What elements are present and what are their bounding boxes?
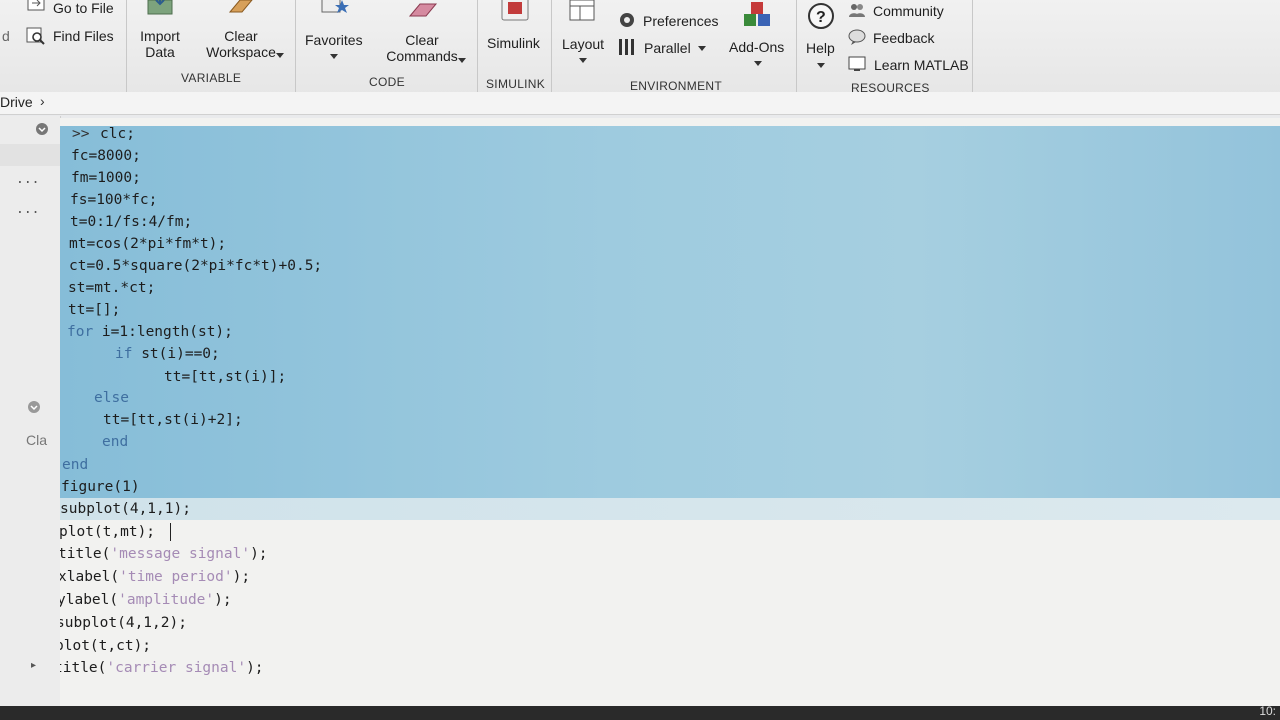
clock: 10:: [1259, 704, 1276, 718]
group-label-variable: VARIABLE: [181, 71, 242, 85]
feedback-icon: [848, 29, 866, 45]
taskbar: 10:: [0, 704, 1280, 720]
code-line[interactable]: fc=8000;: [71, 147, 141, 165]
chevron-down-icon: [817, 63, 825, 68]
code-line[interactable]: subplot(4,1,1);: [60, 500, 191, 518]
separator: [295, 0, 296, 95]
panel-tab-label[interactable]: Cla: [26, 432, 47, 448]
simulink-icon: [501, 0, 529, 21]
separator: [126, 0, 127, 95]
code-line[interactable]: mt=cos(2*pi*fm*t);: [69, 235, 226, 253]
help-icon: ?: [808, 3, 834, 29]
chevron-down-icon: [754, 61, 762, 66]
code-line[interactable]: title('message signal');: [60, 545, 268, 563]
command-window[interactable]: >> clc; fc=8000; fm=1000; fs=100*fc; t=0…: [60, 118, 1280, 706]
code-line[interactable]: fm=1000;: [71, 169, 141, 187]
code-line[interactable]: for i=1:length(st);: [67, 323, 233, 341]
code-line[interactable]: subplot(4,1,2);: [60, 614, 187, 632]
left-panel-strip: ... ... Cla ▸: [0, 116, 61, 706]
code-line[interactable]: figure(1): [61, 478, 140, 496]
collapse-icon[interactable]: [35, 122, 49, 136]
code-line[interactable]: else: [94, 389, 129, 407]
code-line[interactable]: tt=[tt,st(i)+2];: [103, 411, 243, 429]
chevron-down-icon: [458, 58, 466, 63]
ellipsis: ...: [16, 172, 40, 187]
group-label-simulink: SIMULINK: [486, 77, 546, 91]
chevron-right-icon[interactable]: ›: [40, 93, 45, 109]
collapse-icon[interactable]: [27, 400, 41, 414]
code-line[interactable]: end: [102, 433, 128, 451]
chevron-down-icon: [698, 46, 706, 51]
separator: [796, 0, 797, 95]
code-line[interactable]: tt=[tt,st(i)];: [164, 368, 286, 386]
learn-matlab-icon: [848, 56, 866, 71]
code-line[interactable]: ct=0.5*square(2*pi*fc*t)+0.5;: [69, 257, 322, 275]
chevron-down-icon: [330, 54, 338, 59]
text-selection: [60, 498, 1280, 520]
find-files-icon: [26, 27, 45, 45]
svg-text:?: ?: [816, 9, 826, 26]
address-bar[interactable]: Drive ›: [0, 92, 1280, 115]
separator: [477, 0, 478, 95]
eraser-icon: [228, 0, 253, 13]
group-label-code: CODE: [369, 75, 405, 89]
code-line[interactable]: fs=100*fc;: [70, 191, 157, 209]
chevron-down-icon: [276, 53, 284, 58]
code-line[interactable]: plot(t,mt);: [60, 523, 155, 541]
address-path[interactable]: Drive: [0, 94, 33, 110]
separator: [972, 0, 973, 95]
code-line[interactable]: end: [62, 456, 88, 474]
go-to-file-icon: [27, 0, 45, 11]
group-label-environment: ENVIRONMENT: [630, 79, 722, 93]
layout-icon: [569, 0, 595, 21]
chevron-down-icon: [579, 58, 587, 63]
ellipsis: ...: [16, 202, 40, 217]
code-line[interactable]: xlabel('time period');: [60, 568, 250, 586]
expand-arrow-icon[interactable]: ▸: [31, 660, 36, 671]
parallel-icon: [619, 39, 634, 55]
code-line[interactable]: ylabel('amplitude');: [60, 591, 232, 609]
code-line[interactable]: t=0:1/fs:4/fm;: [70, 213, 192, 231]
text-cursor: [170, 523, 171, 541]
code-line[interactable]: clc;: [100, 125, 135, 143]
panel-row: [0, 144, 60, 166]
code-line[interactable]: st=mt.*ct;: [68, 279, 155, 297]
community-icon: [849, 4, 865, 17]
code-line[interactable]: tt=[];: [68, 301, 120, 319]
toolstrip: Go to File Find Files d Import Data Clea…: [0, 0, 1280, 98]
command-prompt: >>: [72, 126, 90, 142]
separator: [551, 0, 552, 95]
eraser-icon: [408, 3, 438, 17]
import-data-icon: [147, 0, 173, 15]
star-icon: [321, 0, 349, 13]
gear-icon: [620, 13, 634, 27]
add-ons-icon: [744, 2, 770, 26]
text-selection: [60, 126, 1280, 498]
code-line[interactable]: plot(t,ct);: [60, 637, 151, 655]
code-line[interactable]: title('carrier signal');: [60, 659, 264, 677]
code-line[interactable]: if st(i)==0;: [115, 345, 220, 363]
truncated-label: d: [2, 28, 10, 44]
